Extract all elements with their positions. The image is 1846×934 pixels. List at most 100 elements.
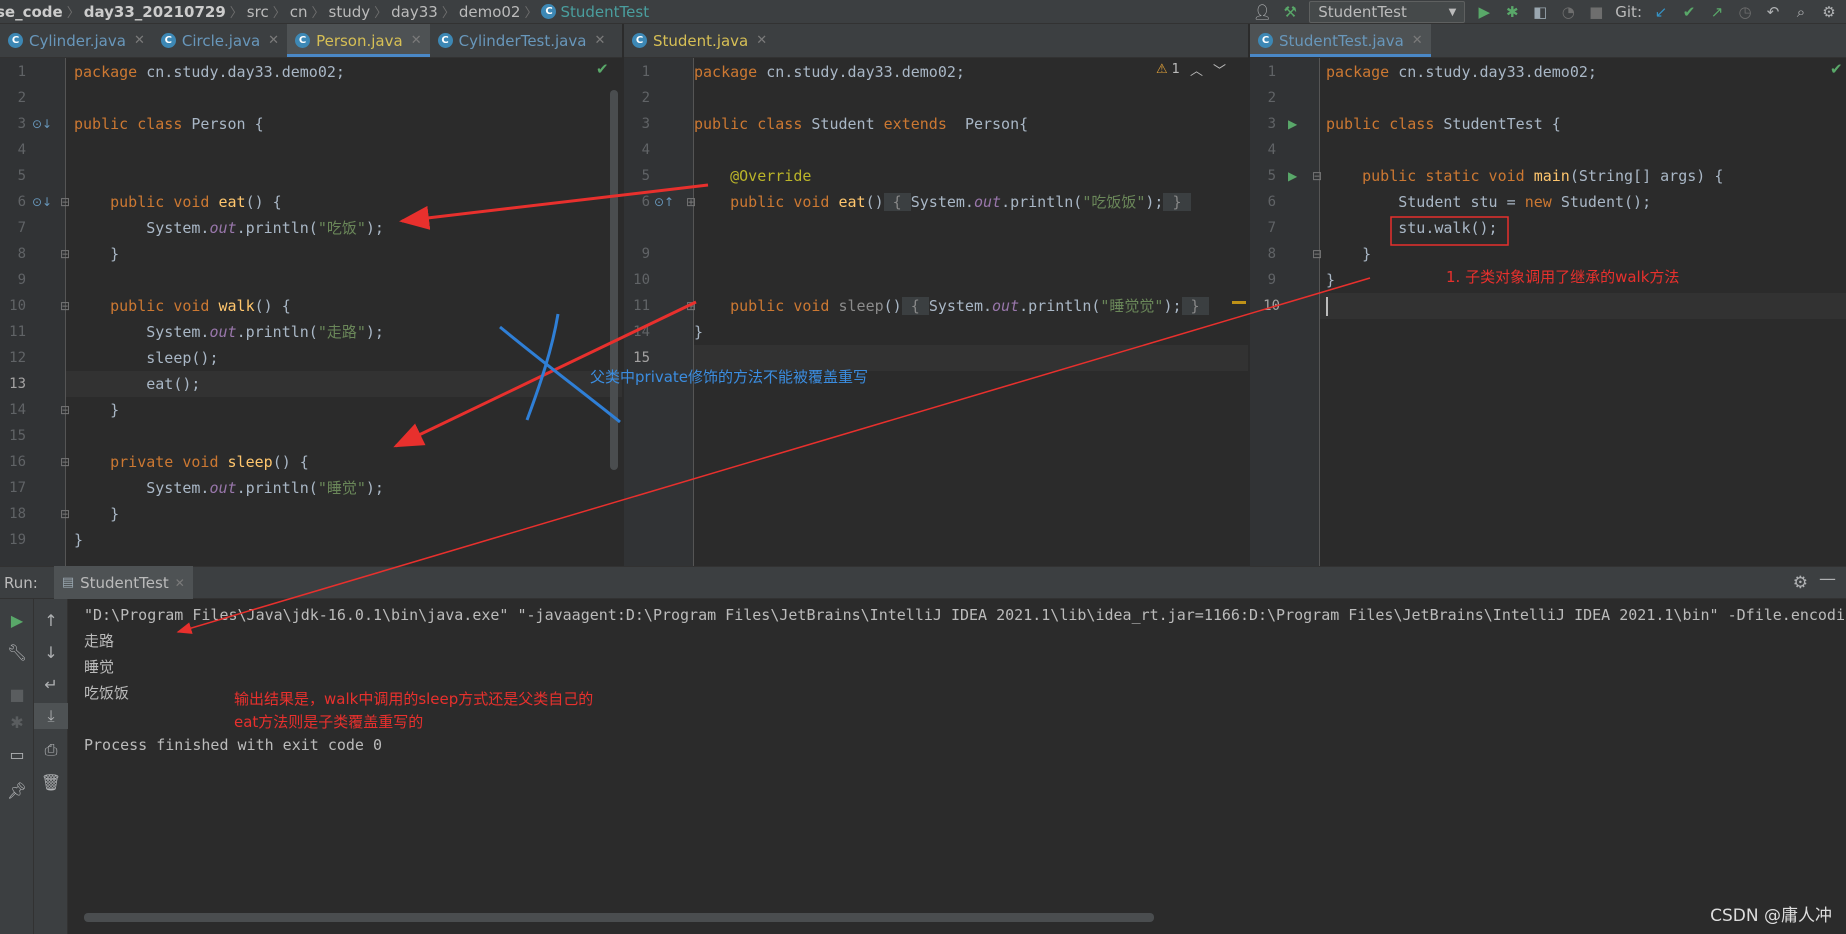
chevron-up-icon[interactable]: ︿ bbox=[1190, 60, 1203, 79]
arrow-up-icon[interactable]: ↑ bbox=[34, 607, 68, 633]
close-icon[interactable]: ✕ bbox=[411, 33, 422, 48]
editor-student-test[interactable]: 1 2 3 4 5 6 7 8 9 10 ▶ ▶ ⊟ ⊟ package cn.… bbox=[1250, 58, 1846, 566]
user-icon[interactable]: 👤︎ bbox=[1253, 3, 1272, 21]
settings-icon[interactable]: ⚙ bbox=[1793, 573, 1808, 593]
console-output[interactable]: "D:\Program Files\Java\jdk-16.0.1\bin\ja… bbox=[68, 599, 1846, 934]
overrides-method-icon[interactable]: ⊙↑ bbox=[654, 189, 674, 215]
breadcrumb: se_code 〉 day33_20210729 〉 src 〉 cn 〉 study 〉… bbox=[0, 0, 653, 23]
tab-cylinder-test[interactable]: C CylinderTest.java ✕ bbox=[430, 24, 614, 57]
close-icon[interactable]: ✕ bbox=[175, 576, 185, 590]
tab-cylinder[interactable]: C Cylinder.java ✕ bbox=[0, 24, 153, 57]
breadcrumb-item[interactable]: study bbox=[325, 3, 375, 21]
close-icon[interactable]: ✕ bbox=[268, 33, 279, 48]
overridden-method-icon[interactable]: ⊙↓ bbox=[32, 189, 52, 215]
class-icon: C bbox=[160, 33, 176, 48]
git-update-icon[interactable]: ↙ bbox=[1652, 3, 1670, 21]
trash-icon[interactable]: 🗑︎ bbox=[34, 769, 68, 795]
git-push-icon[interactable]: ↗ bbox=[1708, 3, 1726, 21]
stop-icon[interactable]: ■ bbox=[1587, 3, 1605, 21]
line-number: 10 bbox=[1263, 298, 1280, 314]
class-icon: C bbox=[541, 4, 557, 19]
run-gutter-icon[interactable]: ▶ bbox=[1288, 111, 1297, 137]
breadcrumb-item[interactable]: demo02 bbox=[455, 3, 525, 21]
tab-circle[interactable]: C Circle.java ✕ bbox=[153, 24, 287, 57]
arrow-down-icon[interactable]: ↓ bbox=[34, 639, 68, 665]
run-icon[interactable]: ▶ bbox=[1475, 3, 1493, 21]
breadcrumb-item[interactable]: cn bbox=[286, 3, 312, 21]
history-icon[interactable]: ◷ bbox=[1736, 3, 1754, 21]
run-tab-student-test[interactable]: ▤ StudentTest ✕ bbox=[53, 566, 193, 599]
breadcrumb-item[interactable]: src bbox=[243, 3, 273, 21]
line-number: 13 bbox=[9, 376, 26, 392]
rollback-icon[interactable]: ↶ bbox=[1764, 3, 1782, 21]
soft-wrap-icon[interactable]: ↵ bbox=[34, 671, 68, 697]
close-icon[interactable]: ✕ bbox=[134, 33, 145, 48]
minimize-icon[interactable]: — bbox=[1819, 569, 1836, 589]
breadcrumb-item[interactable]: day33_20210729 bbox=[80, 3, 230, 21]
line-number: 8 bbox=[17, 246, 26, 262]
settings-icon[interactable]: ⚙ bbox=[1820, 3, 1838, 21]
breadcrumb-item[interactable]: se_code bbox=[0, 3, 67, 21]
tab-person[interactable]: C Person.java ✕ bbox=[287, 24, 430, 57]
close-icon[interactable]: ✕ bbox=[1412, 33, 1423, 48]
run-toolbar-secondary: ↑ ↓ ↵ ⤓ ⎙ 🗑︎ bbox=[34, 599, 68, 934]
class-icon: C bbox=[437, 33, 453, 48]
vertical-scrollbar[interactable] bbox=[610, 90, 618, 470]
code-line: public void eat() { System.out.println("… bbox=[730, 193, 1191, 211]
pin-icon[interactable]: 📌︎ bbox=[0, 777, 34, 803]
chevron-down-icon[interactable]: ﹀ bbox=[1213, 60, 1226, 79]
overridden-method-icon[interactable]: ⊙↓ bbox=[32, 111, 52, 137]
line-number: 1 bbox=[641, 64, 650, 80]
console-line: 吃饭饭 bbox=[84, 684, 130, 702]
debug-icon[interactable]: ✱ bbox=[0, 709, 34, 735]
editor-gutter[interactable]: 1 2 3 4 5 6 7 8 9 10 ▶ ▶ ⊟ ⊟ bbox=[1250, 58, 1322, 566]
scroll-to-end-icon[interactable]: ⤓ bbox=[34, 703, 68, 729]
tab-label: Person.java bbox=[316, 31, 403, 50]
run-gutter-icon[interactable]: ▶ bbox=[1288, 163, 1297, 189]
line-number: 3 bbox=[641, 116, 650, 132]
editor-person[interactable]: 1 2 3 4 5 6 7 8 9 10 11 12 13 14 15 16 1… bbox=[0, 58, 622, 566]
line-number: 5 bbox=[1267, 168, 1276, 184]
line-number: 19 bbox=[9, 532, 26, 548]
layout-icon[interactable]: ▭ bbox=[0, 741, 34, 767]
wrench-icon[interactable]: 🔧︎ bbox=[0, 639, 34, 665]
horizontal-scrollbar[interactable] bbox=[84, 913, 1154, 922]
search-icon[interactable]: ⌕ bbox=[1792, 3, 1810, 21]
tab-student-test[interactable]: C StudentTest.java ✕ bbox=[1250, 24, 1431, 57]
close-icon[interactable]: ✕ bbox=[756, 33, 767, 48]
code-line: package cn.study.day33.demo02; bbox=[1326, 63, 1597, 81]
code-area[interactable]: package cn.study.day33.demo02; public cl… bbox=[1320, 58, 1846, 566]
editor-gutter[interactable]: 1 2 3 4 5 6 9 10 11 14 15 ⊙↑ ⊞ ⊞ bbox=[624, 58, 696, 566]
line-number: 2 bbox=[17, 90, 26, 106]
rerun-icon[interactable]: ▶ bbox=[0, 607, 34, 633]
editor-student[interactable]: 1 2 3 4 5 6 9 10 11 14 15 ⊙↑ ⊞ ⊞ package… bbox=[624, 58, 1248, 566]
code-area[interactable]: package cn.study.day33.demo02; public cl… bbox=[66, 58, 622, 566]
breadcrumb-item[interactable]: day33 bbox=[387, 3, 442, 21]
print-icon[interactable]: ⎙ bbox=[34, 737, 68, 763]
warning-marker[interactable] bbox=[1232, 301, 1246, 304]
annotation-walk-note: 1. 子类对象调用了继承的walk方法 bbox=[1446, 268, 1680, 286]
profile-icon[interactable]: ◔ bbox=[1559, 3, 1577, 21]
editor-gutter[interactable]: 1 2 3 4 5 6 7 8 9 10 11 12 13 14 15 16 1… bbox=[0, 58, 70, 566]
tab-student[interactable]: C Student.java ✕ bbox=[624, 24, 775, 57]
debug-icon[interactable]: ✱ bbox=[1503, 3, 1521, 21]
build-hammer-icon[interactable]: ⚒ bbox=[1281, 3, 1299, 21]
stop-icon[interactable]: ■ bbox=[0, 681, 34, 707]
code-line: Student stu = new Student(); bbox=[1398, 193, 1652, 211]
code-line: } bbox=[74, 531, 84, 549]
class-icon: C bbox=[295, 33, 311, 48]
breadcrumb-class[interactable]: C StudentTest bbox=[537, 3, 653, 21]
console-line: "D:\Program Files\Java\jdk-16.0.1\bin\ja… bbox=[84, 606, 1846, 624]
run-configuration-select[interactable]: StudentTest ▼ bbox=[1309, 1, 1466, 23]
git-commit-icon[interactable]: ✔ bbox=[1680, 3, 1698, 21]
code-area[interactable]: package cn.study.day33.demo02; public cl… bbox=[694, 58, 1248, 566]
breadcrumb-separator: 〉 bbox=[272, 6, 286, 21]
line-number: 2 bbox=[641, 90, 650, 106]
coverage-icon[interactable]: ◧ bbox=[1531, 3, 1549, 21]
line-number: 7 bbox=[1267, 220, 1276, 236]
line-number: 15 bbox=[9, 428, 26, 444]
close-icon[interactable]: ✕ bbox=[594, 33, 605, 48]
inspection-widget[interactable]: ⚠ 1 ︿ ﹀ bbox=[1156, 60, 1226, 79]
code-line: } bbox=[110, 401, 120, 419]
line-number: 17 bbox=[9, 480, 26, 496]
